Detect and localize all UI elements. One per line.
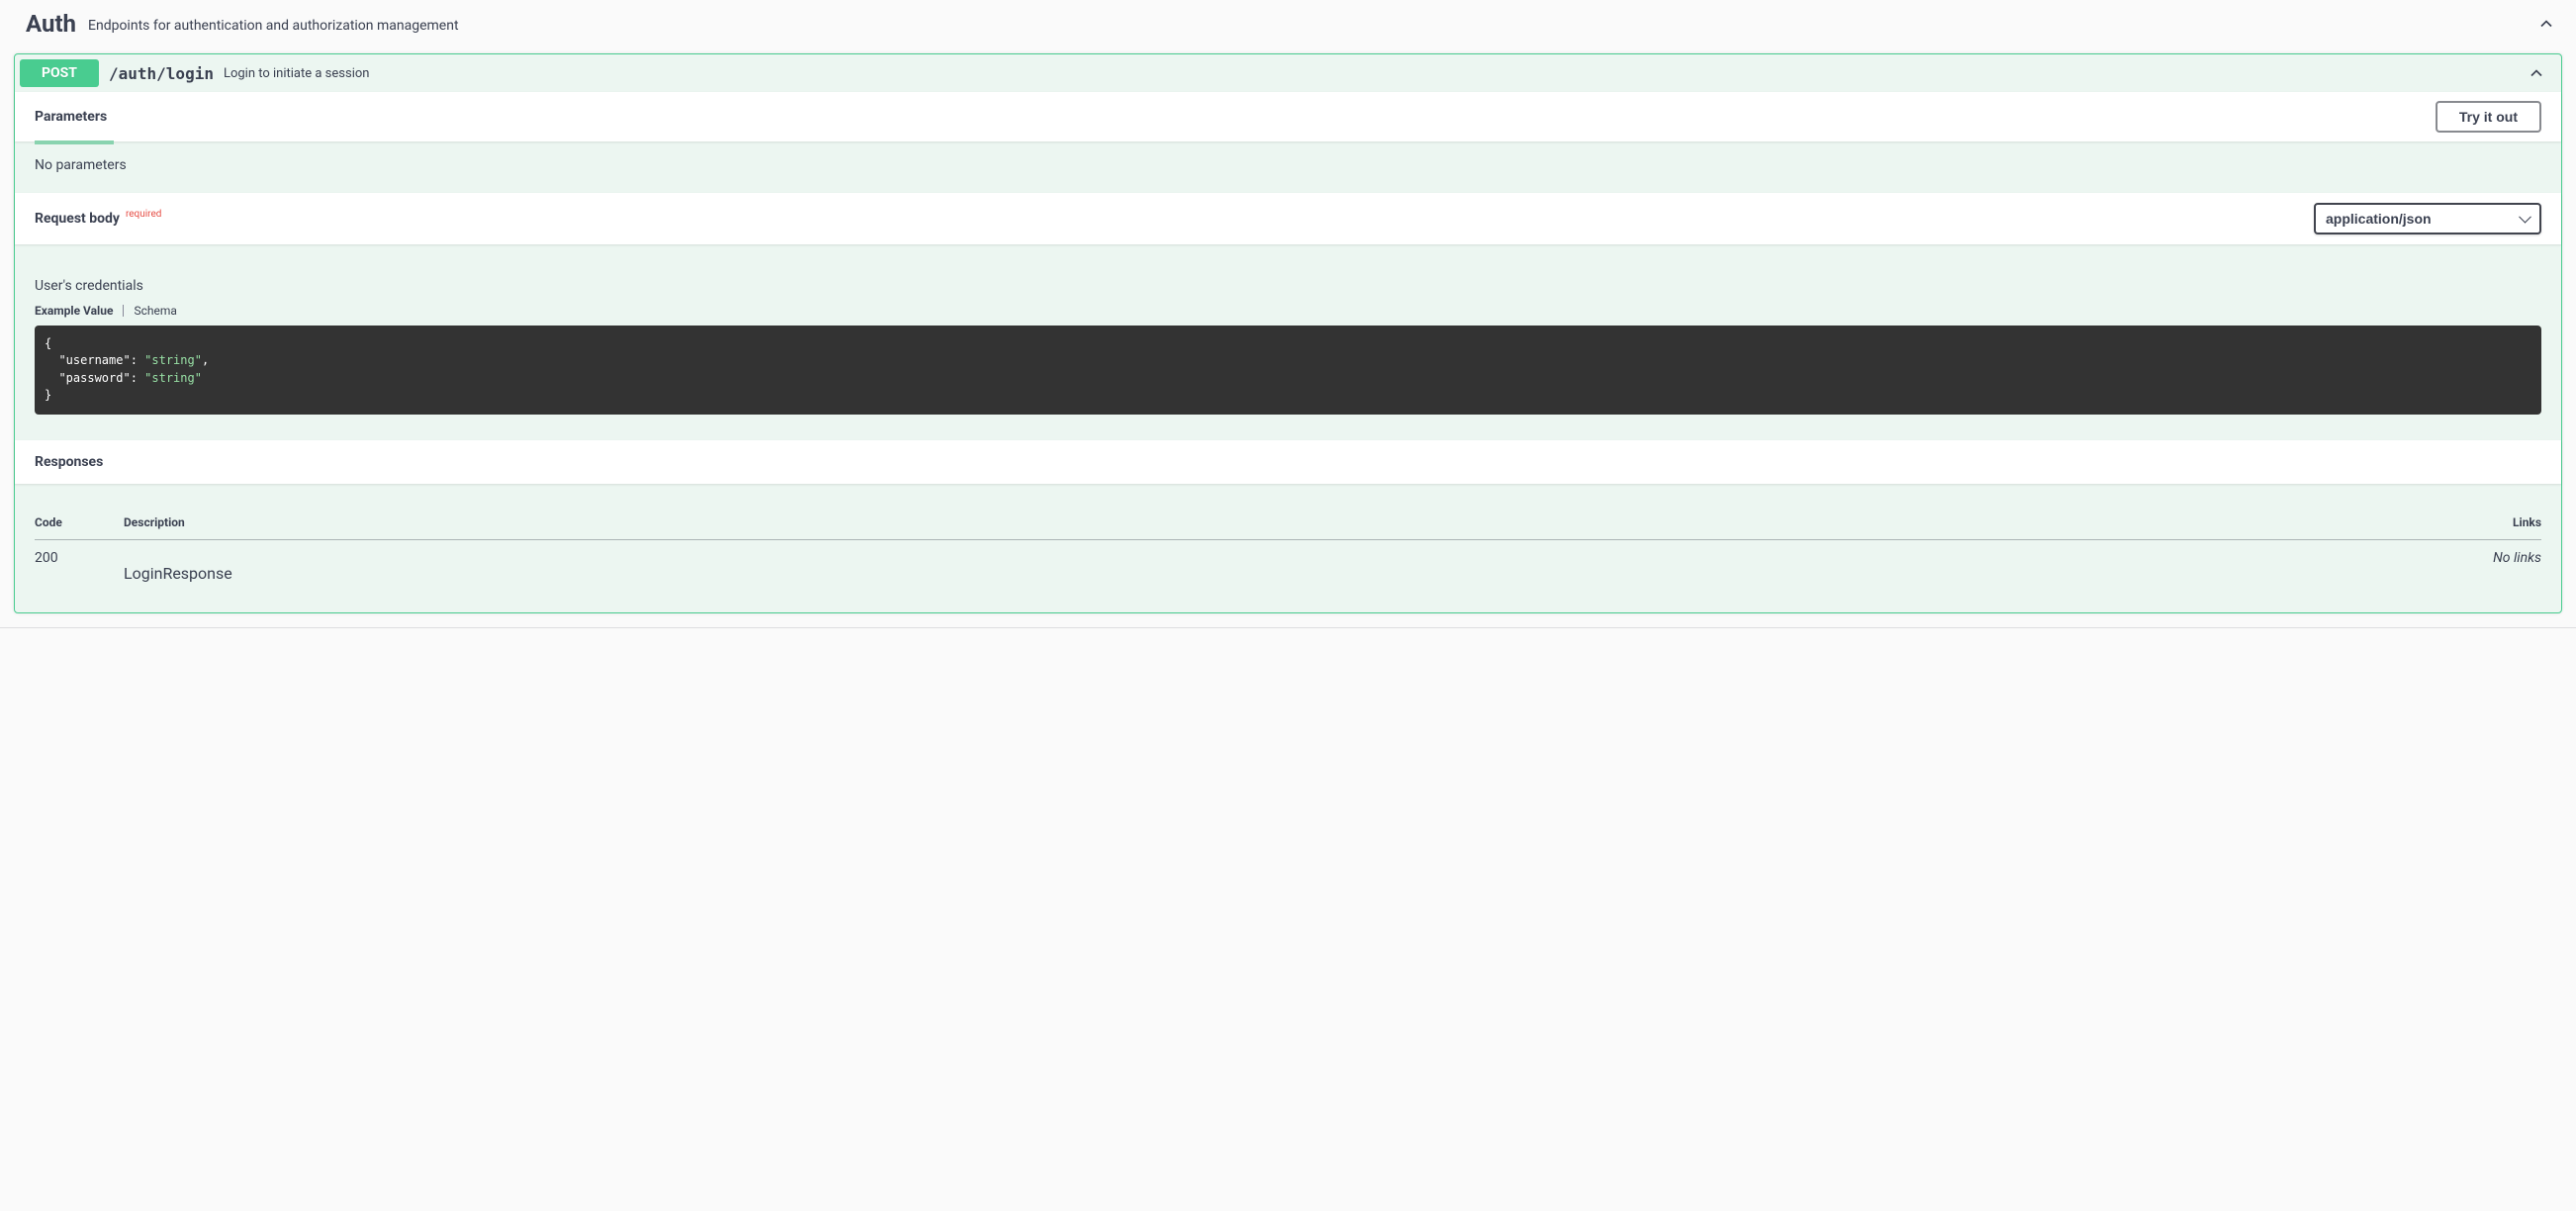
example-code-block[interactable]: { "username": "string", "password": "str… [35,326,2541,415]
required-badge: required [120,209,161,220]
operation-summary[interactable]: POST /auth/login Login to initiate a ses… [15,54,2561,92]
method-badge: POST [20,59,99,87]
tab-example-value[interactable]: Example Value [35,304,113,318]
tab-parameters[interactable]: Parameters [35,101,107,133]
operation-path: /auth/login [99,64,224,83]
try-it-out-button[interactable]: Try it out [2436,101,2541,133]
tab-schema[interactable]: Schema [134,304,176,318]
operation-summary-text: Login to initiate a session [224,66,2517,81]
tag-description: Endpoints for authentication and authori… [88,14,2536,34]
response-row: 200LoginResponseNo links [35,539,2541,593]
tag-name: Auth [26,10,76,38]
response-code: 200 [35,539,124,593]
response-links: No links [2452,539,2541,593]
responses-header-links: Links [2452,506,2541,540]
request-body-description: User's credentials [35,264,2541,294]
operation-block: POST /auth/login Login to initiate a ses… [14,53,2562,613]
request-body-title: Request body [35,211,120,227]
tab-separator [123,305,124,317]
content-type-select[interactable]: application/json [2314,203,2541,234]
responses-title: Responses [35,454,103,470]
responses-header-description: Description [124,506,2452,540]
chevron-up-icon [2536,14,2556,34]
no-parameters-text: No parameters [15,141,2561,193]
responses-table: Code Description Links 200LoginResponseN… [35,506,2541,593]
responses-header-code: Code [35,506,124,540]
response-description: LoginResponse [124,539,2452,593]
chevron-up-icon [2527,63,2546,83]
tag-header[interactable]: Auth Endpoints for authentication and au… [0,0,2576,47]
